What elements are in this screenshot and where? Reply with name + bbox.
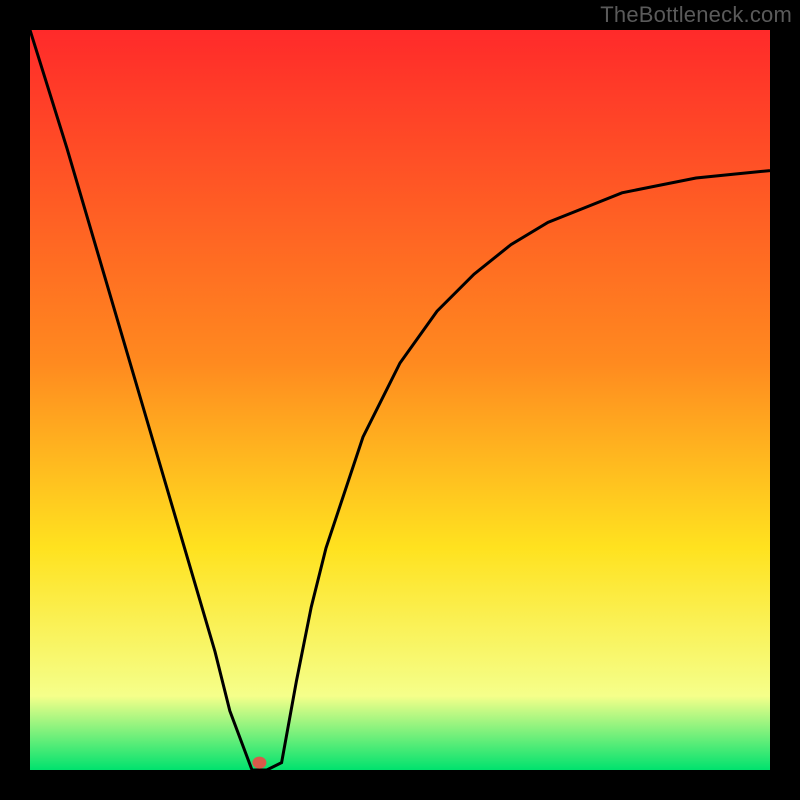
plot-svg	[30, 30, 770, 770]
plot-area	[30, 30, 770, 770]
optimal-marker	[252, 757, 266, 769]
chart-frame: TheBottleneck.com	[0, 0, 800, 800]
watermark-text: TheBottleneck.com	[600, 2, 792, 28]
